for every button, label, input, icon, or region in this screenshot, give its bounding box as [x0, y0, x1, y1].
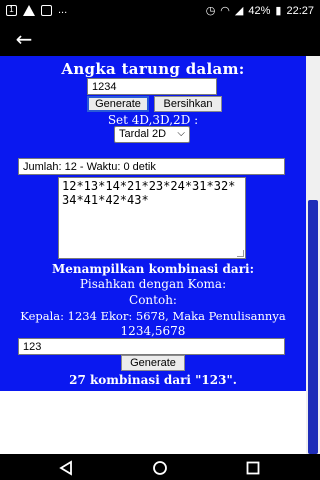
example-value: 1234,5678	[120, 324, 186, 338]
result-text: 12*13*14*21*23*24*31*32*34*41*42*43*	[62, 179, 236, 207]
wifi-icon: ◠	[220, 5, 230, 17]
status-line: Jumlah: 12 - Waktu: 0 detik	[18, 158, 285, 175]
resize-handle-icon[interactable]	[237, 250, 244, 257]
scrollbar-thumb[interactable]	[308, 200, 318, 454]
notification-count-icon: 1	[6, 4, 17, 16]
battery-percent: 42%	[248, 4, 271, 17]
image-notification-icon	[41, 4, 52, 16]
generate-button[interactable]: Generate	[87, 96, 149, 112]
battery-icon: ▮	[275, 5, 282, 17]
example-label: Contoh:	[129, 293, 177, 307]
nav-recents-icon[interactable]	[245, 460, 261, 476]
combo-title: Menampilkan kombinasi dari:	[51, 262, 255, 276]
combo-result: 27 kombinasi dari "123".	[69, 373, 237, 387]
more-notifications: ...	[58, 4, 68, 16]
result-textarea[interactable]: 12*13*14*21*23*24*31*32*34*41*42*43*	[58, 177, 246, 259]
content-panel: Angka tarung dalam: Generate Bersihkan S…	[0, 56, 306, 391]
app-bar: ←	[0, 22, 320, 56]
combo-generate-button[interactable]: Generate	[121, 355, 185, 371]
clock: 22:27	[286, 4, 314, 17]
page-title: Angka tarung dalam:	[61, 60, 245, 78]
signal-icon: ◢	[234, 5, 244, 17]
nav-back-icon[interactable]	[58, 460, 74, 476]
clear-button[interactable]: Bersihkan	[154, 96, 222, 112]
number-input[interactable]	[87, 78, 217, 95]
set-label: Set 4D,3D,2D :	[107, 113, 199, 127]
alert-icon	[23, 4, 35, 16]
chevron-down-icon: ⌵	[177, 128, 185, 139]
example-text: Kepala: 1234 Ekor: 5678, Maka Penulisann…	[20, 309, 286, 323]
combo-input[interactable]	[18, 338, 285, 355]
status-bar: 1 ... ◷ ◠ ◢ 42% ▮ 22:27	[0, 0, 320, 22]
navigation-bar	[0, 454, 320, 480]
set-select-value: Tardal 2D	[119, 128, 167, 140]
webview: Angka tarung dalam: Generate Bersihkan S…	[0, 56, 320, 454]
alarm-icon: ◷	[205, 5, 216, 17]
set-select[interactable]: Tardal 2D ⌵	[114, 126, 190, 143]
separator-hint: Pisahkan dengan Koma:	[79, 277, 227, 291]
nav-home-icon[interactable]	[152, 460, 168, 476]
back-arrow-icon[interactable]: ←	[10, 26, 38, 52]
